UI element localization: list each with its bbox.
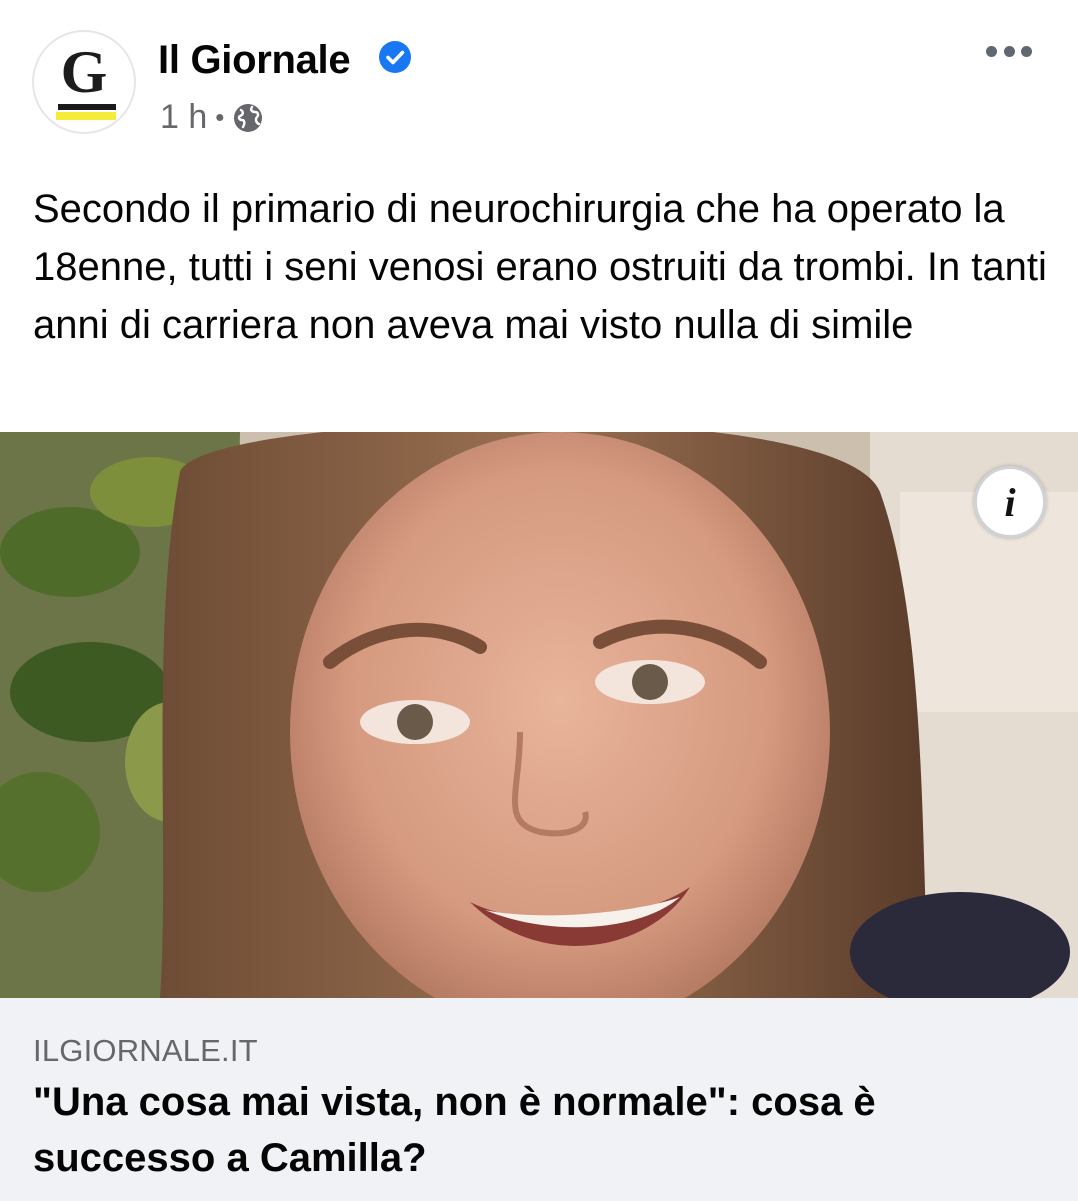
more-options-button[interactable] <box>984 34 1034 68</box>
logo-yellow-bar <box>56 112 116 120</box>
logo-underline <box>58 104 116 110</box>
link-preview-image[interactable] <box>0 432 1078 998</box>
more-options-icon <box>986 45 997 57</box>
logo-letter: G <box>60 39 108 105</box>
page-name-link[interactable]: Il Giornale <box>158 36 351 84</box>
globe-icon[interactable] <box>232 102 264 134</box>
post-timestamp[interactable]: 1 h <box>160 96 207 138</box>
page-avatar[interactable]: G <box>32 30 136 134</box>
info-icon[interactable]: i <box>974 466 1046 538</box>
more-options-icon <box>1003 45 1015 57</box>
link-title[interactable]: "Una cosa mai vista, non è normale": cos… <box>33 1074 1043 1186</box>
verified-badge-icon <box>379 41 411 73</box>
meta-separator: • <box>215 102 225 132</box>
more-options-icon <box>1021 45 1032 57</box>
portrait-photo <box>0 432 1078 998</box>
link-preview-card[interactable]: ILGIORNALE.IT "Una cosa mai vista, non è… <box>0 998 1078 1201</box>
post-meta: 1 h • <box>160 96 264 138</box>
link-domain: ILGIORNALE.IT <box>33 1033 258 1068</box>
post-message: Secondo il primario di neurochirurgia ch… <box>33 187 1047 347</box>
post-header: G Il Giornale 1 h • <box>0 0 1078 150</box>
